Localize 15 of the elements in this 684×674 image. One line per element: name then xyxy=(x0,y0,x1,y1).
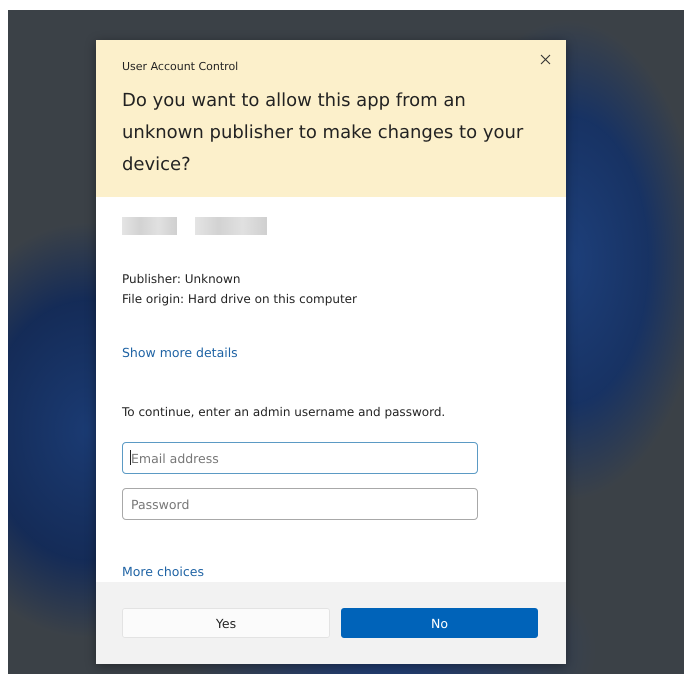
secondary-button[interactable]: Yes xyxy=(122,608,330,638)
input-field[interactable]: Password xyxy=(122,488,478,520)
more-choices-link[interactable]: More choices xyxy=(122,564,204,579)
input-field[interactable]: Email address xyxy=(122,442,478,474)
primary-button[interactable]: No xyxy=(341,608,538,638)
blurred-block xyxy=(122,217,177,235)
details-link[interactable]: Show more details xyxy=(122,345,238,360)
blurred-block xyxy=(195,217,267,235)
detail-text: File origin: Hard drive on this computer xyxy=(122,291,358,308)
dialog-title: User Account Control xyxy=(122,60,240,73)
text-caret xyxy=(130,450,131,465)
dialog-question: Do you want to allow this app from an unknown publisher to make changes to your device? xyxy=(122,89,524,177)
detail-text: Publisher: Unknown xyxy=(122,271,242,288)
close-icon xyxy=(540,54,550,64)
instruction-text: To continue, enter an admin username and password. xyxy=(122,404,446,421)
